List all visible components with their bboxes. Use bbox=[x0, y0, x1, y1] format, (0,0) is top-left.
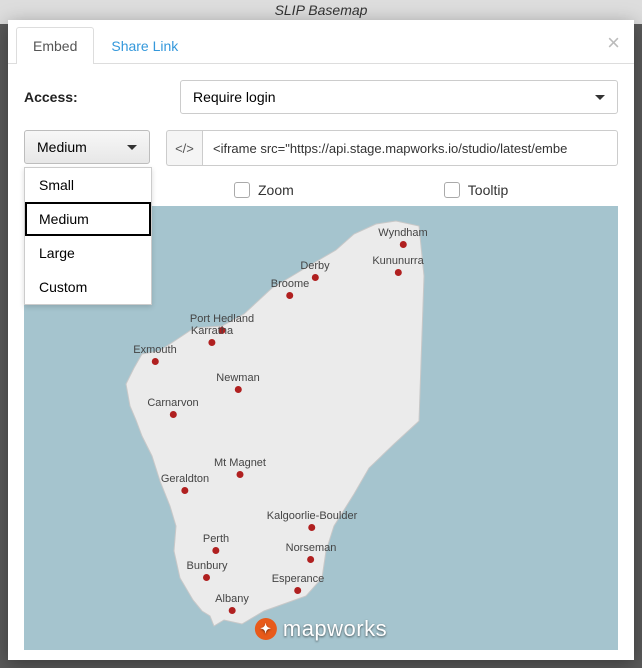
city-label: Exmouth bbox=[133, 344, 176, 356]
size-option-large[interactable]: Large bbox=[25, 236, 151, 270]
city-dot-icon bbox=[169, 411, 176, 418]
brand-text: mapworks bbox=[283, 616, 387, 642]
chevron-down-icon bbox=[595, 95, 605, 100]
brand-icon: ✦ bbox=[255, 618, 277, 640]
city-label: Carnarvon bbox=[147, 397, 198, 409]
city-dot-icon bbox=[237, 471, 244, 478]
tab-embed[interactable]: Embed bbox=[16, 27, 94, 64]
checkbox-icon bbox=[234, 182, 250, 198]
size-option-medium[interactable]: Medium bbox=[25, 202, 151, 236]
city-dot-icon bbox=[228, 607, 235, 614]
city-dot-icon bbox=[287, 292, 294, 299]
chevron-down-icon bbox=[127, 145, 137, 150]
city-label: Broome bbox=[271, 278, 310, 290]
tab-bar: Embed Share Link bbox=[8, 20, 634, 64]
city-label: Derby bbox=[300, 260, 329, 272]
zoom-label: Zoom bbox=[258, 182, 294, 198]
size-option-custom[interactable]: Custom bbox=[25, 270, 151, 304]
city-label: Norseman bbox=[286, 542, 337, 554]
city-label: Port Hedland bbox=[190, 313, 254, 325]
city-dot-icon bbox=[309, 524, 316, 531]
tab-share-link[interactable]: Share Link bbox=[94, 27, 195, 64]
size-dropdown: Small Medium Large Custom bbox=[24, 167, 152, 305]
city-label: Bunbury bbox=[187, 560, 228, 572]
city-dot-icon bbox=[151, 358, 158, 365]
access-label: Access: bbox=[24, 89, 164, 105]
city-label: Esperance bbox=[272, 573, 325, 585]
city-label: Karratha bbox=[191, 325, 233, 337]
city-dot-icon bbox=[203, 574, 210, 581]
city-dot-icon bbox=[312, 274, 319, 281]
brand-logo: ✦ mapworks bbox=[255, 616, 387, 642]
city-dot-icon bbox=[399, 241, 406, 248]
code-icon: </> bbox=[166, 130, 202, 166]
city-label: Newman bbox=[216, 372, 259, 384]
city-label: Kununurra bbox=[372, 255, 423, 267]
share-dialog: × Embed Share Link Access: Require login… bbox=[8, 20, 634, 660]
city-dot-icon bbox=[308, 556, 315, 563]
city-label: Wyndham bbox=[378, 227, 427, 239]
zoom-checkbox[interactable]: Zoom bbox=[234, 182, 294, 198]
city-label: Kalgoorlie-Boulder bbox=[267, 510, 358, 522]
city-label: Perth bbox=[203, 533, 229, 545]
city-label: Geraldton bbox=[161, 473, 209, 485]
city-dot-icon bbox=[235, 386, 242, 393]
embed-code-input[interactable] bbox=[202, 130, 618, 166]
checkbox-icon bbox=[444, 182, 460, 198]
close-icon[interactable]: × bbox=[607, 30, 620, 56]
tooltip-label: Tooltip bbox=[468, 182, 508, 198]
access-value: Require login bbox=[193, 89, 276, 105]
city-label: Albany bbox=[215, 593, 249, 605]
size-value: Medium bbox=[37, 139, 87, 155]
city-dot-icon bbox=[395, 269, 402, 276]
city-dot-icon bbox=[295, 587, 302, 594]
city-dot-icon bbox=[182, 487, 189, 494]
access-select[interactable]: Require login bbox=[180, 80, 618, 114]
size-select[interactable]: Medium Small Medium Large Custom bbox=[24, 130, 150, 164]
city-label: Mt Magnet bbox=[214, 457, 266, 469]
size-option-small[interactable]: Small bbox=[25, 168, 151, 202]
city-dot-icon bbox=[212, 547, 219, 554]
city-dot-icon bbox=[208, 339, 215, 346]
tooltip-checkbox[interactable]: Tooltip bbox=[444, 182, 508, 198]
